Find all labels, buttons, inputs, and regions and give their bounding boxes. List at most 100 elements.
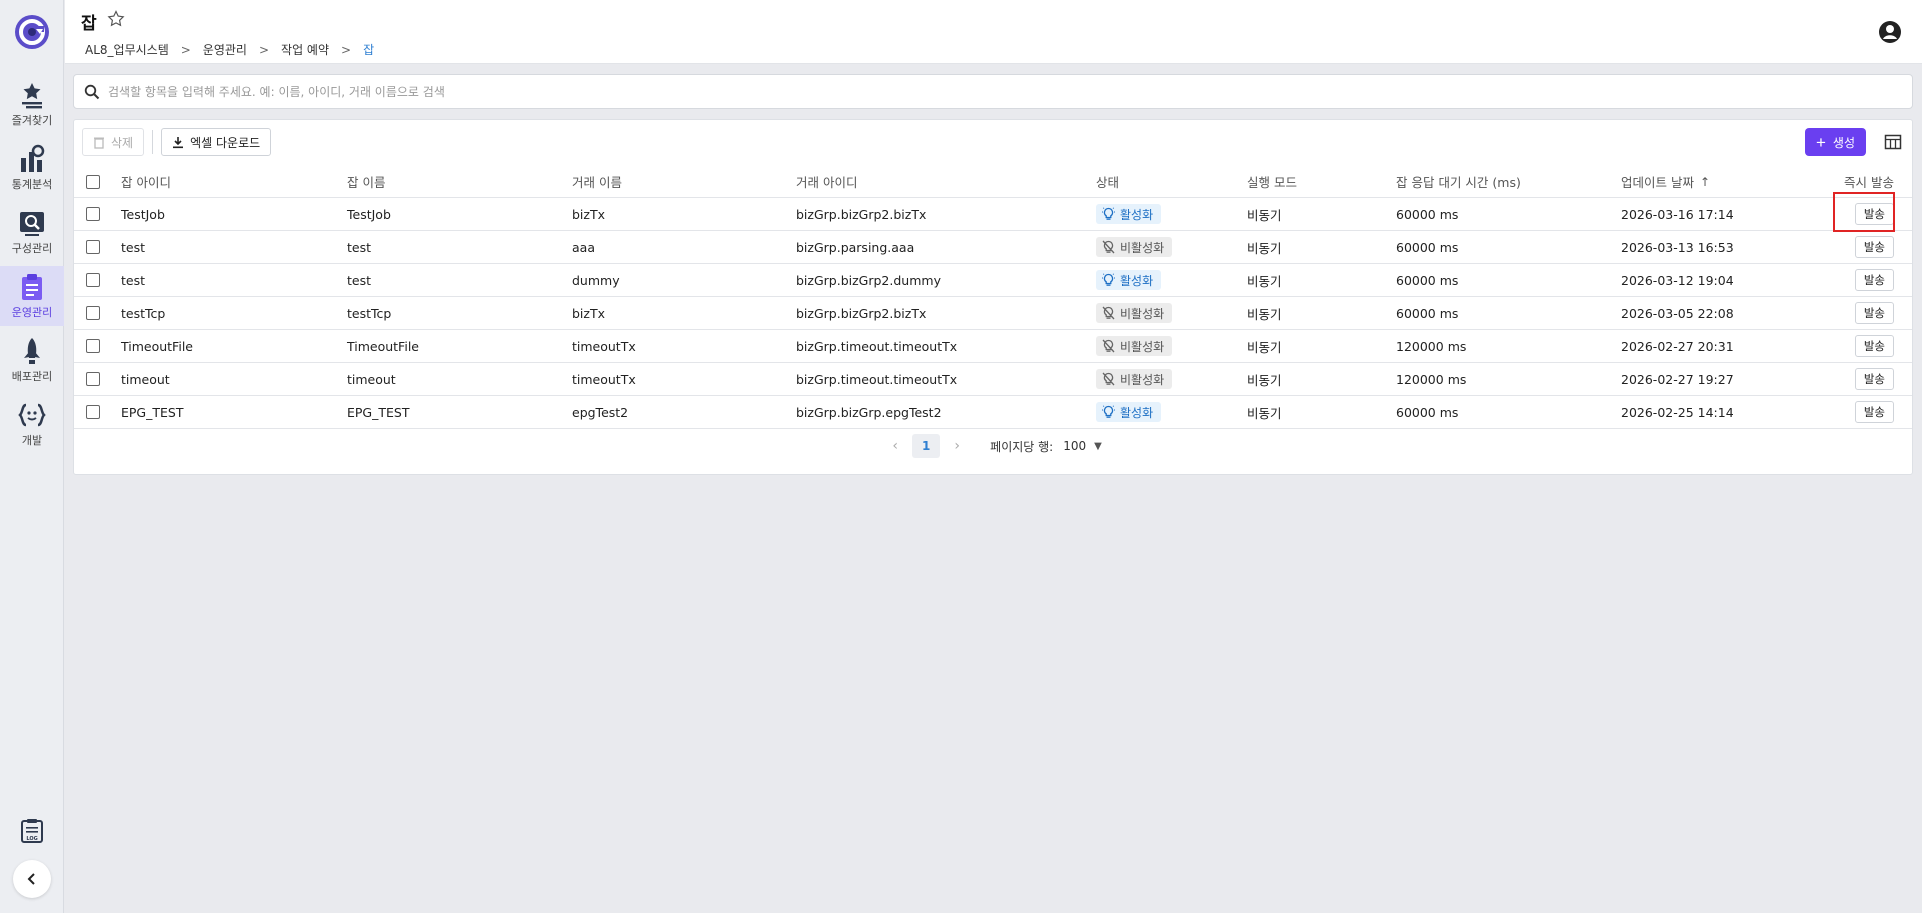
favorite-star-icon[interactable] xyxy=(107,10,125,28)
row-checkbox[interactable] xyxy=(86,372,100,386)
status-cell: 비활성화 xyxy=(1096,363,1173,395)
app-logo[interactable] xyxy=(14,14,50,50)
mode-cell: 비동기 xyxy=(1247,273,1282,289)
sidebar: 즐겨찾기 통계분석 구성관리 운영관리 배포관리 개발 LOG xyxy=(0,0,64,913)
table-row[interactable]: test test aaa bizGrp.parsing.aaa 비활성화 비동기 6000… xyxy=(74,231,1912,264)
job-name-cell: testTcp xyxy=(347,305,392,321)
tx-name-cell: timeoutTx xyxy=(572,371,636,387)
select-all-checkbox[interactable] xyxy=(86,174,100,189)
job-name-cell: TimeoutFile xyxy=(347,338,419,354)
send-button[interactable]: 발송 xyxy=(1854,236,1894,258)
breadcrumb-item[interactable]: AL8_업무시스템 xyxy=(85,41,169,58)
send-button[interactable]: 발송 xyxy=(1854,368,1894,390)
row-select-cell xyxy=(86,330,100,362)
row-checkbox[interactable] xyxy=(86,405,100,419)
table-row[interactable]: testTcp testTcp bizTx bizGrp.bizGrp2.bizTx 비… xyxy=(74,297,1912,330)
row-checkbox[interactable] xyxy=(86,339,100,353)
collapse-sidebar-button[interactable] xyxy=(13,860,51,898)
column-header-job-name[interactable]: 잡 이름 xyxy=(347,166,385,197)
column-header-status[interactable]: 상태 xyxy=(1096,166,1119,197)
table-toolbar: 삭제 엑셀 다운로드 xyxy=(82,128,272,156)
column-header-tx-name[interactable]: 거래 이름 xyxy=(572,166,622,197)
page-title: 잡 xyxy=(81,14,97,34)
page-number-button[interactable]: 1 xyxy=(912,434,941,458)
prev-page-icon[interactable]: ‹ xyxy=(884,438,906,454)
table-row[interactable]: TestJob TestJob bizTx bizGrp.bizGrp2.bizTx 활… xyxy=(74,198,1912,231)
sort-ascending-icon: ↑ xyxy=(1699,174,1711,189)
send-button[interactable]: 발송 xyxy=(1854,401,1894,423)
download-icon xyxy=(173,136,184,148)
account-icon[interactable] xyxy=(1878,20,1902,44)
tx-name-cell: dummy xyxy=(572,272,620,288)
breadcrumb-separator: > xyxy=(258,42,270,57)
chart-icon xyxy=(21,144,45,172)
status-badge-label: 비활성화 xyxy=(1120,306,1165,321)
status-badge: 비활성화 xyxy=(1096,237,1173,257)
tx-id-cell: bizGrp.parsing.aaa xyxy=(796,239,915,255)
timeout-cell: 120000 ms xyxy=(1396,371,1467,387)
sidebar-item-label: 통계분석 xyxy=(11,178,53,191)
column-header-timeout[interactable]: 잡 응답 대기 시간 (ms) xyxy=(1396,166,1521,197)
table-row[interactable]: test test dummy bizGrp.bizGrp2.dummy 활성화 비동기 6… xyxy=(74,264,1912,297)
lightbulb-icon xyxy=(1102,273,1115,286)
sidebar-item-statistics[interactable]: 통계분석 xyxy=(0,138,64,198)
highlight-box xyxy=(1833,192,1895,232)
send-button[interactable]: 발송 xyxy=(1854,269,1894,291)
job-id-cell: testTcp xyxy=(121,305,166,321)
delete-button[interactable]: 삭제 xyxy=(82,128,145,156)
breadcrumb-item[interactable]: 운영관리 xyxy=(203,41,247,58)
sidebar-item-dev[interactable]: 개발 xyxy=(0,394,64,454)
plus-icon: + xyxy=(1815,132,1826,152)
excel-download-button[interactable]: 엑셀 다운로드 xyxy=(161,128,272,156)
column-header-job-id[interactable]: 잡 아이디 xyxy=(121,166,171,197)
column-header-mode[interactable]: 실행 모드 xyxy=(1247,166,1297,197)
timeout-cell: 60000 ms xyxy=(1396,272,1459,288)
send-button[interactable]: 발송 xyxy=(1854,335,1894,357)
pagination: ‹ 1 › 페이지당 행: 100 ▼ xyxy=(74,432,1912,460)
search-input[interactable] xyxy=(108,75,1888,108)
timeout-cell: 60000 ms xyxy=(1396,206,1459,222)
next-page-icon[interactable]: › xyxy=(946,438,968,454)
timeout-cell: 60000 ms xyxy=(1396,305,1459,321)
search-bar xyxy=(73,74,1913,109)
sidebar-item-favorites[interactable]: 즐겨찾기 xyxy=(0,74,64,134)
job-id-cell: TestJob xyxy=(121,206,165,222)
table-row[interactable]: EPG_TEST EPG_TEST epgTest2 bizGrp.bizGrp.ep… xyxy=(74,396,1912,429)
create-button[interactable]: + 생성 xyxy=(1804,128,1866,156)
toolbar-divider xyxy=(152,130,154,154)
log-icon[interactable]: LOG xyxy=(19,818,45,844)
row-select-cell xyxy=(86,363,100,395)
trash-icon xyxy=(94,137,104,149)
status-badge: 활성화 xyxy=(1096,270,1162,290)
timeout-cell: 60000 ms xyxy=(1396,239,1459,255)
page-header: 잡 AL8_업무시스템 > 운영관리 > 작업 예약 > 잡 xyxy=(65,0,1922,64)
send-cell: 발송 xyxy=(1854,297,1894,329)
column-header-tx-id[interactable]: 거래 아이디 xyxy=(796,166,857,197)
row-checkbox[interactable] xyxy=(86,306,100,320)
jobs-table: 잡 아이디 잡 이름 거래 이름 거래 아이디 상태 실행 모드 잡 응답 대기… xyxy=(74,166,1912,429)
rocket-icon xyxy=(24,338,40,364)
rows-per-page-select[interactable]: 100 ▼ xyxy=(1063,439,1102,453)
sidebar-item-operations[interactable]: 운영관리 xyxy=(0,266,64,326)
row-checkbox[interactable] xyxy=(86,273,100,287)
table-row[interactable]: timeout timeout timeoutTx bizGrp.timeout.ti… xyxy=(74,363,1912,396)
column-header-updated[interactable]: 업데이트 날짜 ↑ xyxy=(1621,166,1710,197)
sidebar-item-label: 즐겨찾기 xyxy=(11,114,53,127)
row-select-cell xyxy=(86,231,100,263)
search-icon xyxy=(84,84,100,100)
breadcrumb-item[interactable]: 작업 예약 xyxy=(281,41,329,58)
sidebar-item-config[interactable]: 구성관리 xyxy=(0,202,64,262)
row-checkbox[interactable] xyxy=(86,207,100,221)
tx-id-cell: bizGrp.timeout.timeoutTx xyxy=(796,371,958,387)
updated-cell: 2026-02-27 19:27 xyxy=(1621,371,1734,387)
status-badge-label: 비활성화 xyxy=(1120,240,1165,255)
updated-cell: 2026-02-27 20:31 xyxy=(1621,338,1734,354)
row-select-cell xyxy=(86,396,100,428)
updated-cell: 2026-03-05 22:08 xyxy=(1621,305,1734,321)
row-checkbox[interactable] xyxy=(86,240,100,254)
column-settings-icon[interactable] xyxy=(1884,133,1902,151)
config-search-icon xyxy=(20,212,44,236)
sidebar-item-deploy[interactable]: 배포관리 xyxy=(0,330,64,390)
send-button[interactable]: 발송 xyxy=(1854,302,1894,324)
table-row[interactable]: TimeoutFile TimeoutFile timeoutTx bizGrp.ti… xyxy=(74,330,1912,363)
